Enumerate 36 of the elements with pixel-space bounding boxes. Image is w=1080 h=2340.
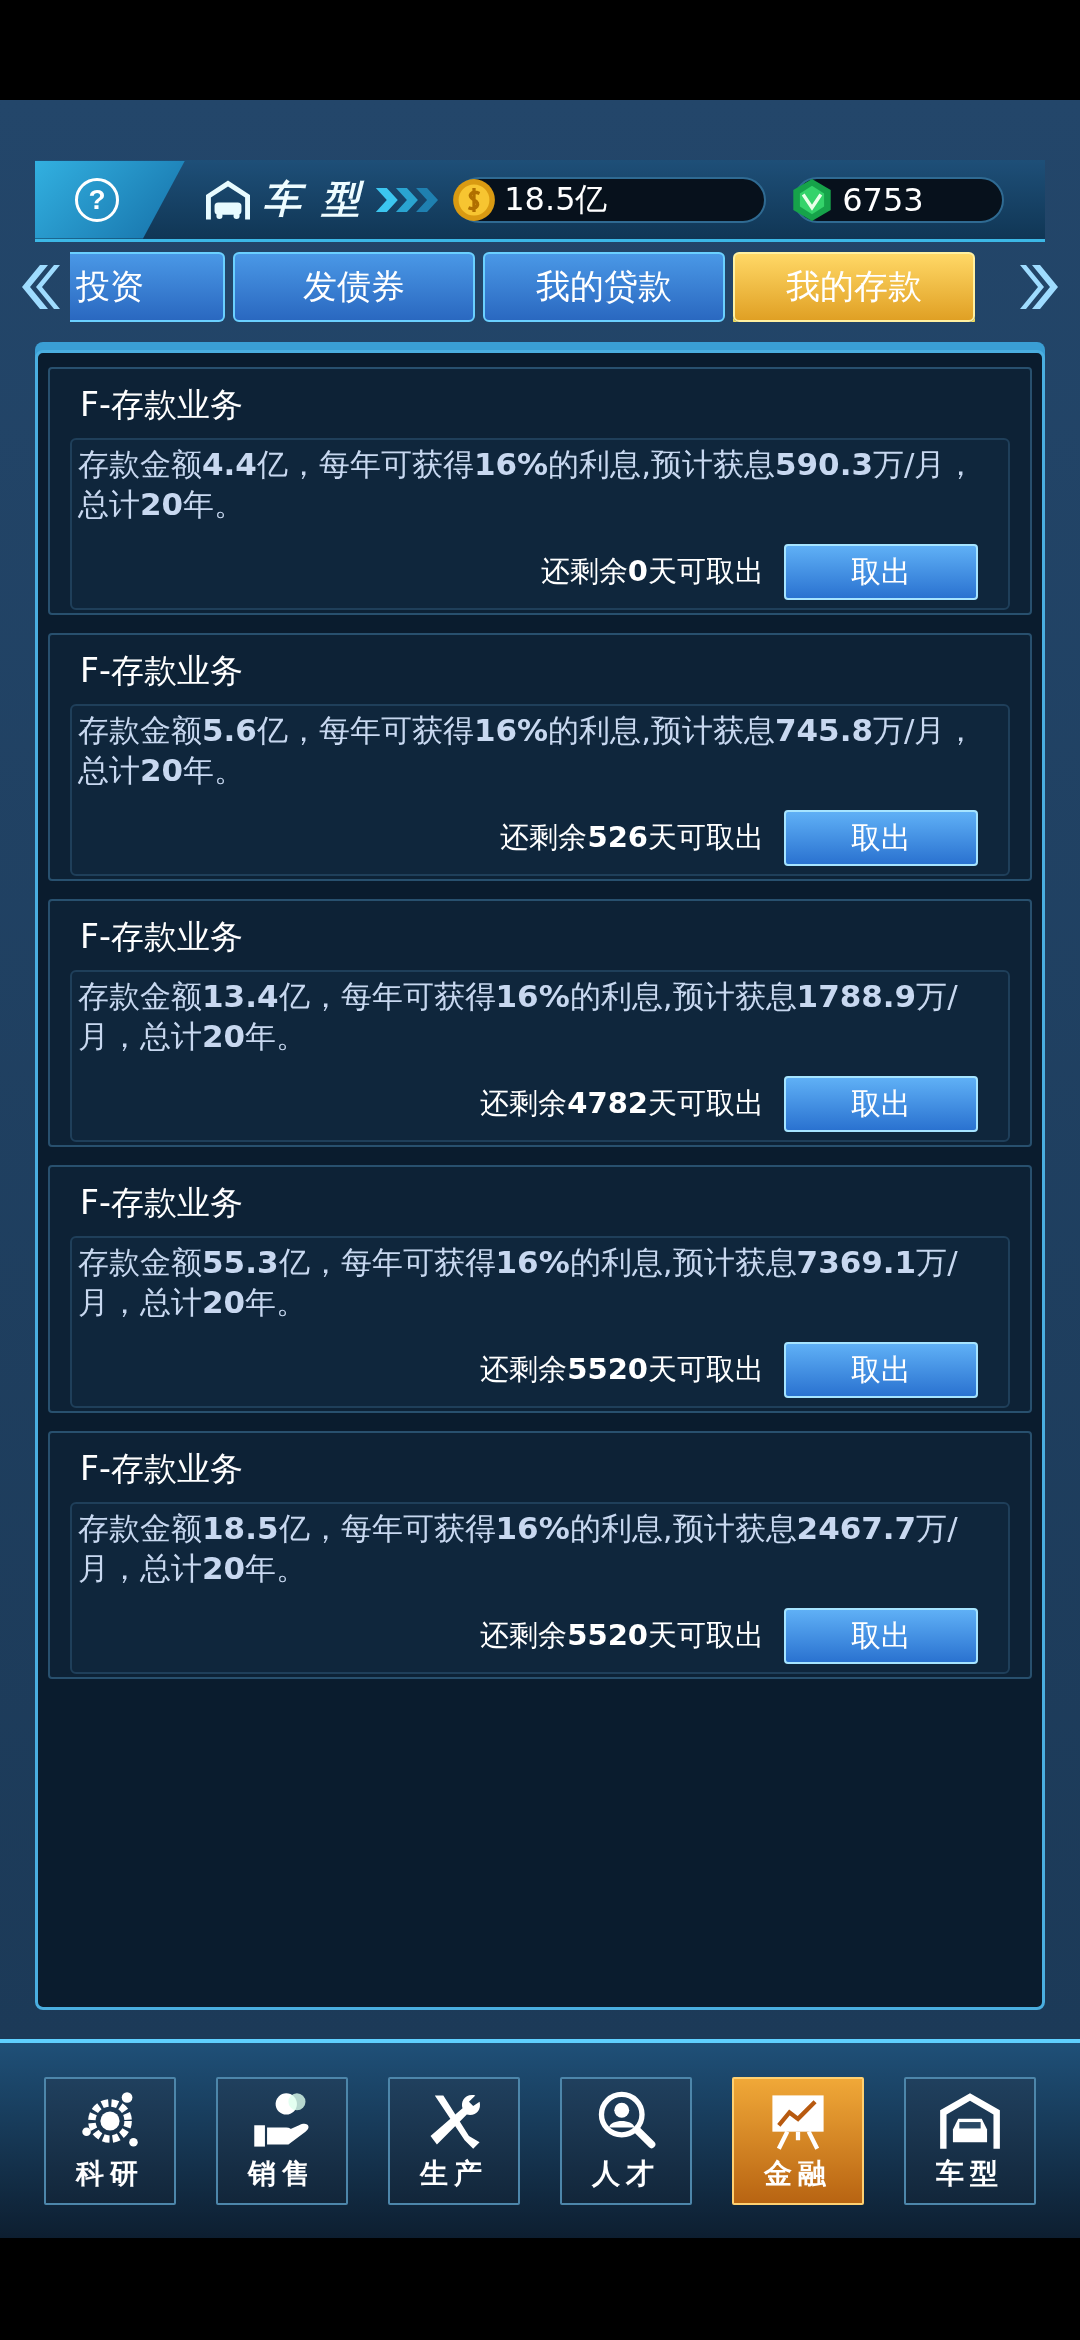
withdraw-button[interactable]: 取出 — [784, 1608, 978, 1664]
deposit-title: F-存款业务 — [80, 384, 244, 426]
left-chevron-icon[interactable] — [20, 262, 60, 312]
deposit-description: 存款金额5.6亿，每年可获得16%的利息,预计获息745.8万/月，总计20年。 — [78, 711, 978, 790]
remaining-days: 还剩余526天可取出 — [500, 818, 764, 858]
nav-button[interactable]: 销售 — [216, 2076, 348, 2205]
nav-button[interactable]: 生产 — [388, 2076, 520, 2205]
nav-button[interactable]: 车型 — [904, 2076, 1036, 2205]
nav-button[interactable]: 金融 — [732, 2076, 864, 2205]
remaining-days: 还剩余5520天可取出 — [480, 1616, 764, 1656]
deposit-title: F-存款业务 — [80, 916, 244, 958]
deposit-description: 存款金额13.4亿，每年可获得16%的利息,预计获息1788.9万/月，总计20年。 — [78, 977, 959, 1056]
withdraw-button[interactable]: 取出 — [784, 1342, 978, 1398]
remaining-days: 还剩余5520天可取出 — [480, 1350, 764, 1390]
deposit-description: 存款金额18.5亿，每年可获得16%的利息,预计获息2467.7万/月，总计20年。 — [78, 1509, 959, 1588]
deposit-title: F-存款业务 — [80, 650, 244, 692]
gem-amount: 6753 — [842, 180, 924, 219]
tab[interactable]: 发债券 — [233, 252, 475, 322]
withdraw-button[interactable]: 取出 — [784, 810, 978, 866]
deposit-description: 存款金额55.3亿，每年可获得16%的利息,预计获息7369.1万/月，总计20年。 — [78, 1243, 959, 1322]
coin-icon — [452, 177, 497, 222]
remaining-days: 还剩余4782天可取出 — [480, 1084, 764, 1124]
help-button[interactable]: ? — [35, 160, 185, 239]
withdraw-button[interactable]: 取出 — [784, 1076, 978, 1132]
page-title: 车 型 — [263, 176, 365, 223]
nav-button[interactable]: 科研 — [44, 2076, 176, 2205]
deposit-description: 存款金额4.4亿，每年可获得16%的利息,预计获息590.3万/月，总计20年。 — [78, 445, 978, 524]
tab[interactable]: 我的贷款 — [483, 252, 725, 322]
deposit-title: F-存款业务 — [80, 1182, 244, 1224]
coin-amount: 18.5亿 — [504, 178, 608, 220]
withdraw-button[interactable]: 取出 — [784, 544, 978, 600]
nav-button[interactable]: 人才 — [560, 2076, 692, 2205]
deposit-title: F-存款业务 — [80, 1448, 244, 1490]
remaining-days: 还剩余0天可取出 — [540, 552, 764, 592]
tab[interactable]: 投资 — [70, 252, 225, 322]
right-chevron-icon[interactable] — [1020, 262, 1060, 312]
